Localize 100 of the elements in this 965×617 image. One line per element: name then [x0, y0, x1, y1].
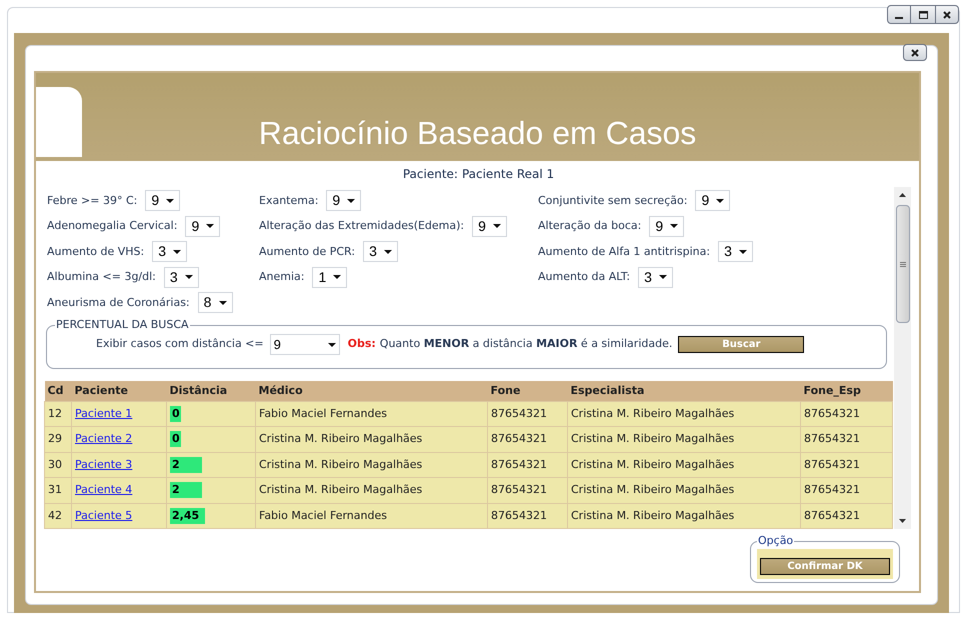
table-cell: Cristina M. Ribeiro Magalhães	[568, 426, 800, 452]
criterion-label: Albumina <= 3g/dl:	[47, 269, 156, 285]
table-cell: 87654321	[488, 503, 568, 528]
caret-icon	[333, 275, 342, 280]
caret-icon	[659, 275, 668, 280]
patient-label: Paciente:	[402, 166, 458, 183]
criterion-label: Alteração da boca:	[538, 218, 642, 234]
criterion-select[interactable]: 3	[718, 241, 754, 262]
caret-icon	[328, 342, 336, 346]
table-cell: Fabio Maciel Fernandes	[256, 503, 488, 528]
caret-icon	[670, 224, 678, 228]
patient-name: Paciente Real 1	[462, 166, 554, 183]
criterion-label: Alteração das Extremidades(Edema):	[259, 218, 464, 234]
column-header: Cd	[44, 381, 72, 401]
table-cell: 87654321	[488, 478, 568, 503]
table-cell: Cristina M. Ribeiro Magalhães	[568, 503, 800, 528]
note-text: Quanto MENOR a distância MAIOR é a similaridade.	[380, 336, 672, 352]
search-label: Exibir casos com distância <=	[96, 336, 264, 352]
caret-icon	[716, 198, 724, 203]
scroll-down-icon	[899, 519, 906, 523]
criterion-label: Aneurisma de Coronárias:	[47, 294, 190, 310]
caret-icon	[493, 224, 502, 228]
close-icon	[911, 48, 919, 56]
criterion-select[interactable]: 3	[152, 241, 188, 262]
table-cell: 87654321	[800, 452, 892, 478]
note-label: Obs:	[348, 336, 376, 352]
column-header: Fone	[488, 381, 568, 401]
table-cell: Cristina M. Ribeiro Magalhães	[256, 452, 488, 478]
criterion-select[interactable]: 9	[326, 190, 362, 212]
table-cell: 31	[44, 478, 72, 503]
criterion-select[interactable]: 3	[363, 241, 398, 262]
distance-bar: 0	[170, 431, 182, 448]
table-cell: 87654321	[800, 426, 892, 452]
table-cell: 30	[44, 452, 72, 478]
criterion-label: Adenomegalia Cervical:	[47, 218, 178, 234]
column-header: Fone_Esp	[800, 381, 892, 401]
table-cell: Cristina M. Ribeiro Magalhães	[256, 478, 488, 503]
close-button[interactable]	[903, 44, 927, 61]
criterion-select[interactable]: 9	[695, 190, 730, 212]
caret-icon	[384, 250, 392, 254]
column-header: Médico	[256, 381, 488, 401]
caret-icon	[739, 250, 748, 254]
scroll-thumb[interactable]	[896, 205, 910, 323]
criterion-label: Febre >= 39° C:	[47, 192, 138, 208]
close-button[interactable]	[935, 5, 959, 24]
grip-icon	[900, 262, 906, 266]
group-legend: Opção	[757, 533, 794, 550]
maximize-button[interactable]	[911, 5, 935, 24]
close-icon	[943, 10, 951, 18]
caret-icon	[173, 250, 182, 254]
table-cell: Cristina M. Ribeiro Magalhães	[256, 426, 488, 452]
table-cell: Cristina M. Ribeiro Magalhães	[568, 401, 800, 426]
distance-bar: 0	[170, 406, 182, 422]
criterion-label: Anemia:	[259, 269, 304, 285]
table-cell: 87654321	[488, 401, 568, 426]
scrollbar[interactable]	[894, 187, 911, 529]
caret-icon	[347, 198, 356, 203]
table-cell: 87654321	[488, 452, 568, 478]
criterion-select[interactable]: 9	[472, 216, 508, 237]
caret-icon	[218, 300, 227, 305]
distance-bar: 2	[170, 482, 202, 498]
table-cell: 87654321	[800, 478, 892, 503]
caret-icon	[184, 275, 193, 280]
criterion-select[interactable]: 9	[649, 216, 684, 237]
group-legend: PERCENTUAL DA BUSCA	[55, 317, 190, 334]
criterion-label: Exantema:	[259, 192, 318, 208]
table-cell: 12	[44, 401, 72, 426]
minimize-button[interactable]	[887, 5, 911, 24]
scroll-up-icon	[899, 193, 906, 197]
criterion-select[interactable]: 9	[185, 216, 220, 237]
table-cell: 87654321	[800, 503, 892, 528]
criterion-label: Aumento da ALT:	[538, 269, 630, 285]
caret-icon	[166, 198, 174, 203]
criterion-label: Aumento de VHS:	[47, 244, 144, 260]
caret-icon	[206, 224, 214, 228]
criterion-select[interactable]: 3	[164, 266, 199, 288]
distance-select[interactable]: 9	[270, 334, 340, 355]
criterion-label: Aumento de PCR:	[259, 244, 356, 260]
header-tab-shape	[36, 87, 82, 157]
column-header: Paciente	[72, 381, 166, 401]
table-cell: Cristina M. Ribeiro Magalhães	[568, 478, 800, 503]
minimize-icon	[895, 17, 903, 19]
table-cell: 29	[44, 426, 72, 452]
criterion-label: Conjuntivite sem secreção:	[538, 192, 688, 208]
maximize-icon	[918, 10, 928, 18]
table-cell: 42	[44, 503, 72, 528]
criterion-select[interactable]: 9	[145, 190, 180, 212]
distance-bar: 2	[170, 456, 202, 473]
table-cell: 87654321	[488, 426, 568, 452]
column-header: Distância	[166, 381, 256, 401]
table-cell: Cristina M. Ribeiro Magalhães	[568, 452, 800, 478]
criterion-select[interactable]: 1	[312, 266, 348, 288]
criterion-label: Aumento de Alfa 1 antitrispina:	[538, 244, 710, 260]
distance-bar: 2,45	[170, 508, 206, 524]
criterion-select[interactable]: 3	[638, 266, 674, 288]
table-cell: Fabio Maciel Fernandes	[256, 401, 488, 426]
table-cell: 87654321	[800, 401, 892, 426]
column-header: Especialista	[568, 381, 800, 401]
criterion-select[interactable]: 8	[198, 292, 233, 314]
page-title: Raciocínio Baseado em Casos	[258, 117, 696, 149]
